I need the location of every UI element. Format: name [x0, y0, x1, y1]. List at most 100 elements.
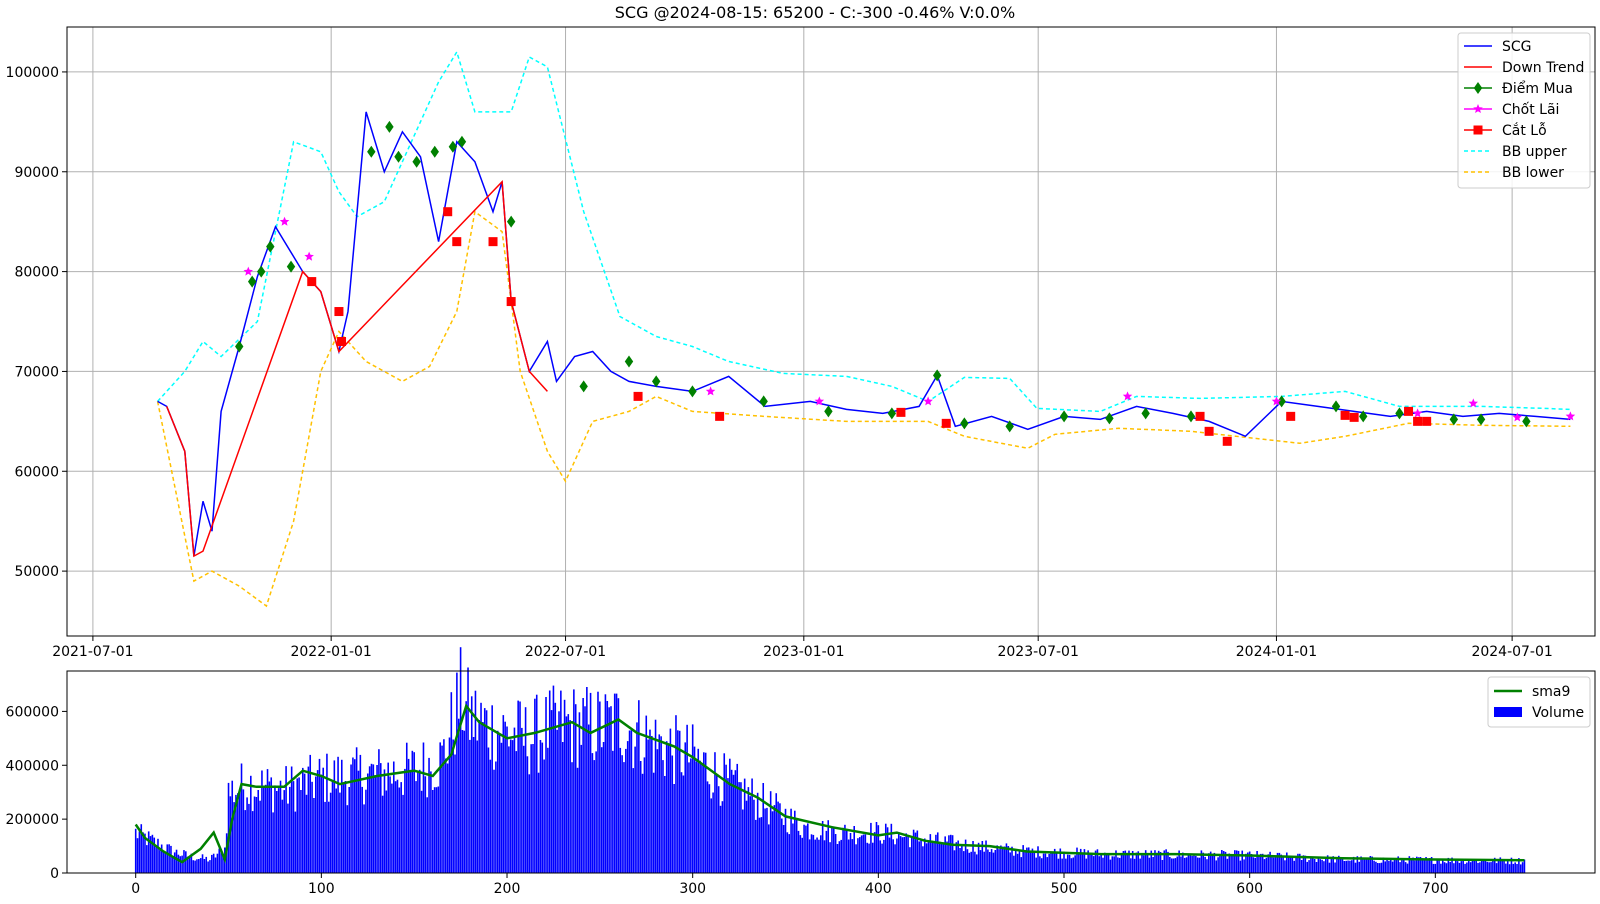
volume-bar — [1380, 862, 1383, 873]
volume-bar — [1001, 846, 1004, 873]
volume-bar — [483, 708, 486, 873]
volume-bar — [892, 839, 894, 873]
volume-bar — [842, 827, 844, 873]
volume-bar — [470, 696, 473, 873]
volume-bar — [407, 758, 410, 873]
y-tick-label: 400000 — [6, 758, 59, 774]
volume-bar — [708, 784, 711, 873]
volume-bar — [348, 787, 350, 873]
volume-bar — [645, 715, 648, 873]
volume-bar — [844, 824, 846, 873]
volume-bar — [983, 851, 985, 873]
volume-bar — [903, 837, 906, 873]
volume-bar — [292, 781, 295, 873]
volume-bar — [528, 774, 531, 873]
volume-bar — [987, 849, 989, 873]
volume-bar — [383, 769, 386, 873]
volume-bar — [1133, 858, 1136, 873]
volume-bar — [1148, 857, 1151, 873]
volume-bar — [1271, 855, 1273, 873]
volume-bar — [1111, 856, 1114, 873]
volume-bar — [936, 832, 939, 873]
volume-bar — [409, 769, 412, 873]
y-tick-label: 90000 — [14, 165, 59, 181]
volume-bar — [185, 851, 187, 873]
legend-label-chot-lai: Chốt Lãi — [1502, 101, 1559, 118]
volume-bar — [1445, 863, 1448, 873]
volume-bar — [1118, 857, 1121, 873]
volume-bar — [450, 692, 453, 873]
volume-bar — [894, 844, 896, 873]
volume-bar — [134, 828, 137, 873]
x-tick-label: 300 — [679, 881, 706, 897]
volume-bar — [545, 697, 547, 873]
volume-bar — [172, 856, 174, 873]
volume-bar — [1085, 858, 1088, 873]
y-tick-label: 60000 — [14, 464, 59, 480]
volume-bar — [916, 830, 919, 873]
volume-bar — [905, 833, 907, 873]
volume-bar — [1208, 853, 1210, 873]
volume-bar — [1182, 852, 1184, 873]
volume-bar — [1206, 859, 1208, 873]
volume-bar — [1313, 859, 1316, 873]
volume-bar — [786, 832, 789, 873]
volume-bar — [808, 839, 811, 873]
x-tick-label: 2024-01-01 — [1236, 644, 1317, 660]
volume-bar — [1362, 857, 1364, 873]
volume-bar — [1317, 858, 1320, 873]
volume-bar — [1029, 852, 1032, 873]
volume-bar — [1479, 862, 1481, 873]
volume-bar — [556, 729, 558, 873]
volume-bar — [918, 841, 920, 873]
stop-loss-marker — [896, 407, 906, 417]
volume-bar — [340, 759, 343, 873]
volume-bar — [697, 748, 700, 873]
volume-bar — [840, 839, 842, 873]
volume-bar — [209, 860, 211, 873]
volume-bar — [459, 647, 462, 873]
volume-bar — [359, 754, 362, 873]
volume-bar — [703, 752, 705, 873]
volume-bar — [463, 730, 466, 873]
stop-loss-marker — [715, 411, 725, 421]
volume-bar — [775, 793, 778, 873]
volume-bar — [1048, 853, 1050, 873]
volume-bar — [1091, 854, 1093, 873]
x-tick-label: 2022-07-01 — [525, 644, 606, 660]
volume-bar — [372, 764, 375, 873]
volume-bar — [688, 762, 690, 873]
legend-marker-square — [1473, 125, 1483, 135]
volume-bar — [1490, 862, 1492, 873]
volume-bar — [788, 834, 791, 873]
volume-bar — [411, 750, 414, 873]
volume-bar — [1102, 857, 1104, 873]
volume-bar — [1098, 856, 1101, 873]
volume-bar — [1458, 862, 1461, 873]
volume-bar — [1070, 858, 1073, 873]
volume-bar — [1467, 860, 1470, 873]
volume-bar — [727, 778, 729, 873]
volume-bar — [370, 763, 373, 873]
volume-bar — [504, 721, 506, 873]
volume-bar — [164, 852, 167, 873]
volume-bar — [810, 834, 813, 873]
volume-bar — [327, 801, 330, 873]
volume-bar — [1141, 853, 1143, 873]
x-tick-label: 100 — [308, 881, 335, 897]
volume-bar — [289, 786, 291, 873]
volume-bar — [246, 797, 248, 873]
volume-bar — [1226, 858, 1229, 873]
legend-label-scg: SCG — [1502, 39, 1532, 55]
volume-bar — [782, 825, 785, 873]
volume-bar — [138, 831, 141, 873]
volume-bar — [769, 791, 772, 873]
legend-label-cat-lo: Cắt Lỗ — [1502, 122, 1547, 139]
volume-bar — [1486, 861, 1489, 873]
volume-bar — [1189, 853, 1192, 873]
volume-bar — [716, 775, 718, 873]
volume-bar — [430, 771, 432, 873]
volume-bar — [422, 742, 425, 873]
volume-bar — [792, 823, 794, 873]
volume-bar — [829, 842, 831, 873]
